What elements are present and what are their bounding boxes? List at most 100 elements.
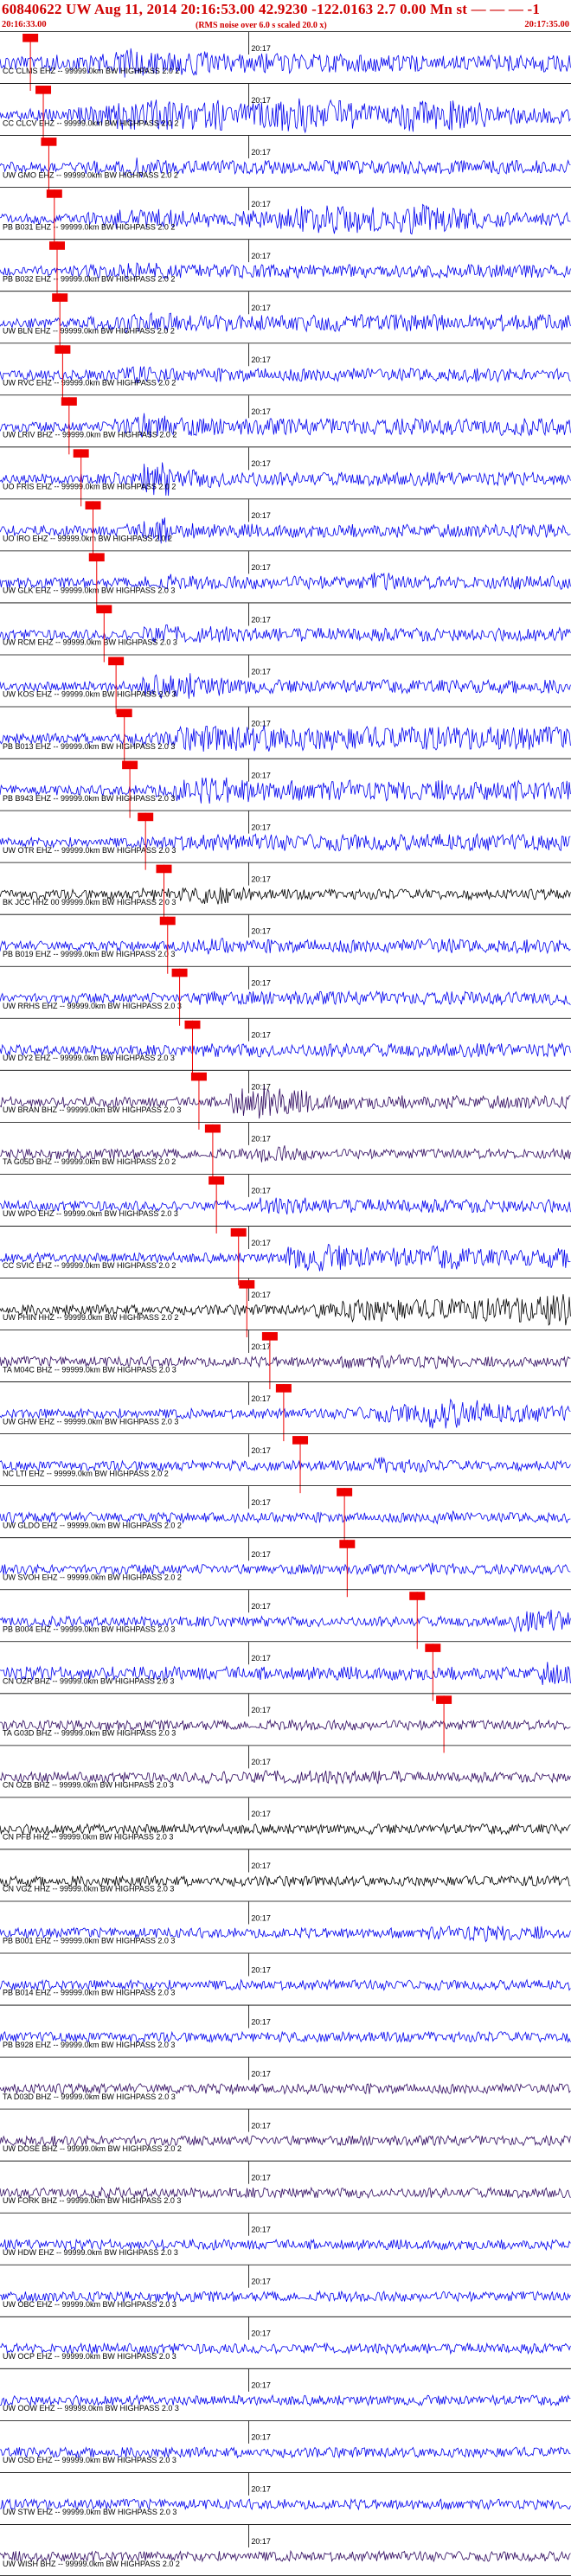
minute-label: 20:17 xyxy=(251,927,271,936)
trace-row: 20:17 UW FORK BHZ -- 99999.0km BW HIGHPAS… xyxy=(0,2160,571,2205)
station-label: UW BRAN BHZ -- 99999.0km BW HIGHPASS 2.0… xyxy=(3,1105,181,1114)
trace-row: 20:17 UW BLN EHZ -- 99999.0km BW HIGHPASS… xyxy=(0,291,571,351)
minute-label: 20:17 xyxy=(251,96,271,105)
minute-label: 20:17 xyxy=(251,1498,271,1507)
trace-row: 20:17 PB B031 EHZ -- 99999.0km BW HIGHPAS… xyxy=(0,187,571,247)
minute-label: 20:17 xyxy=(251,459,271,468)
minute-label: 20:17 xyxy=(251,1446,271,1455)
trace-row: 20:17 PB B014 EHZ -- 99999.0km BW HIGHPAS… xyxy=(0,1952,571,1997)
trace-row: 20:17 PB B019 EHZ -- 99999.0km BW HIGHPAS… xyxy=(0,913,571,974)
trace-row: 20:17 TA G03D BHZ -- 99999.0km BW HIGHPAS… xyxy=(0,1693,571,1753)
minute-label: 20:17 xyxy=(251,2226,271,2234)
minute-label: 20:17 xyxy=(251,2485,271,2494)
station-label: PB B032 EHZ -- 99999.0km BW HIGHPASS 2.0… xyxy=(3,274,175,283)
station-label: CC CLCV EHZ -- 99999.0km BW HIGHPASS 2.0… xyxy=(3,119,178,127)
station-label: UW OOW EHZ -- 99999.0km BW HIGHPASS 2.0 … xyxy=(3,2404,179,2413)
station-label: PB B928 EHZ -- 99999.0km BW HIGHPASS 2.0… xyxy=(3,2041,175,2049)
minute-label: 20:17 xyxy=(251,200,271,208)
event-title: 60840622 UW Aug 11, 2014 20:16:53.00 42.… xyxy=(2,1,541,17)
trace-row: 20:17 UW OOW EHZ -- 99999.0km BW HIGHPASS… xyxy=(0,2368,571,2413)
minute-label: 20:17 xyxy=(251,2069,271,2078)
station-label: UW HDW EHZ -- 99999.0km BW HIGHPASS 2.0 … xyxy=(3,2248,178,2257)
station-label: BK JCC HHZ 00 99999.0km BW HIGHPASS 2.0 … xyxy=(3,898,176,907)
trace-row: 20:17 PB B013 EHZ -- 99999.0km BW HIGHPAS… xyxy=(0,706,571,766)
minute-label: 20:17 xyxy=(251,44,271,53)
trace-row: 20:17 BK JCC HHZ 00 99999.0km BW HIGHPASS… xyxy=(0,862,571,922)
trace-row: 20:17 UW HDW EHZ -- 99999.0km BW HIGHPASS… xyxy=(0,2212,571,2257)
station-label: UO FRIS EHZ -- 99999.0km BW HIGHPASS 2.0… xyxy=(3,483,176,491)
minute-label: 20:17 xyxy=(251,2173,271,2182)
station-label: UW DOSE BHZ -- 99999.0km BW HIGHPASS 2.0… xyxy=(3,2144,182,2153)
minute-label: 20:17 xyxy=(251,356,271,364)
minute-label: 20:17 xyxy=(251,1706,271,1714)
trace-row: 20:17 PB B032 EHZ -- 99999.0km BW HIGHPAS… xyxy=(0,239,571,299)
minute-label: 20:17 xyxy=(251,1342,271,1351)
station-label: PB B031 EHZ -- 99999.0km BW HIGHPASS 2.0… xyxy=(3,222,175,231)
trace-row: 20:17 UW OSD EHZ -- 99999.0km BW HIGHPASS… xyxy=(0,2419,571,2464)
rms-note: (RMS noise over 6.0 s scaled 20.0 x) xyxy=(196,21,327,30)
trace-row: 20:17 PB B004 EHZ -- 99999.0km BW HIGHPAS… xyxy=(0,1589,571,1650)
minute-label: 20:17 xyxy=(251,1135,271,1144)
station-label: CC CLMS EHZ -- 99999.0km BW HIGHPASS 2.0… xyxy=(3,67,179,75)
trace-row: 20:17 CN OZB BHZ -- 99999.0km BW HIGHPASS… xyxy=(0,1745,571,1790)
station-label: PB B014 EHZ -- 99999.0km BW HIGHPASS 2.0… xyxy=(3,1989,175,1997)
trace-row: 20:17 TA M04C BHZ -- 99999.0km BW HIGHPAS… xyxy=(0,1330,571,1390)
header: 60840622 UW Aug 11, 2014 20:16:53.00 42.… xyxy=(0,0,571,35)
station-label: UO IRO EHZ -- 99999.0km BW HIGHPASS 2.0 … xyxy=(3,535,172,543)
trace-row: 20:17 TA D03D BHZ -- 99999.0km BW HIGHPAS… xyxy=(0,2056,571,2101)
trace-row: 20:17 PB B001 EHZ -- 99999.0km BW HIGHPAS… xyxy=(0,1900,571,1945)
station-label: PB B004 EHZ -- 99999.0km BW HIGHPASS 2.0… xyxy=(3,1624,175,1633)
station-label: UW GLK EHZ -- 99999.0km BW HIGHPASS 2.0 … xyxy=(3,586,175,595)
trace-row: 20:17 UW OCP EHZ -- 99999.0km BW HIGHPASS… xyxy=(0,2316,571,2361)
minute-label: 20:17 xyxy=(251,304,271,312)
minute-label: 20:17 xyxy=(251,719,271,727)
trace-row: 20:17 CN VGZ HHZ -- 99999.0km BW HIGHPASS… xyxy=(0,1849,571,1894)
seismogram-plot: 20:17 CC CLMS EHZ -- 99999.0km BW HIGHPAS… xyxy=(0,31,571,2576)
minute-label: 20:17 xyxy=(251,1550,271,1559)
trace-row: 20:17 UW OBC EHZ -- 99999.0km BW HIGHPASS… xyxy=(0,2264,571,2309)
minute-label: 20:17 xyxy=(251,1965,271,1974)
trace-row: 20:17 PB B928 EHZ -- 99999.0km BW HIGHPAS… xyxy=(0,2004,571,2049)
trace-row: 20:17 NC LTI EHZ -- 99999.0km BW HIGHPASS… xyxy=(0,1433,571,1494)
station-label: UW OBC EHZ -- 99999.0km BW HIGHPASS 2.0 … xyxy=(3,2300,176,2309)
trace-row: 20:17 UW GLK EHZ -- 99999.0km BW HIGHPASS… xyxy=(0,550,571,611)
station-label: UW WISH BHZ -- 99999.0km BW HIGHPASS 2.0… xyxy=(3,2560,180,2568)
station-label: CN OZB BHZ -- 99999.0km BW HIGHPASS 2.0 … xyxy=(3,1781,174,1790)
station-label: PB B019 EHZ -- 99999.0km BW HIGHPASS 2.0… xyxy=(3,950,175,958)
station-label: UW RCM EHZ -- 99999.0km BW HIGHPASS 2.0 … xyxy=(3,638,177,647)
trace-row: 20:17 UW RRHS EHZ -- 99999.0km BW HIGHPAS… xyxy=(0,965,571,1026)
station-label: PB B943 EHZ -- 99999.0km BW HIGHPASS 2.0… xyxy=(3,794,175,803)
minute-label: 20:17 xyxy=(251,2121,271,2130)
minute-label: 20:17 xyxy=(251,1187,271,1195)
station-label: UW SVOH EHZ -- 99999.0km BW HIGHPASS 2.0… xyxy=(3,1573,182,1581)
station-label: UW RRHS EHZ -- 99999.0km BW HIGHPASS 2.0… xyxy=(3,1002,182,1010)
trace-row: 20:17 UW DY2 EHZ -- 99999.0km BW HIGHPASS… xyxy=(0,1017,571,1078)
trace-row: 20:17 UW PHIN HHZ -- 99999.0km BW HIGHPAS… xyxy=(0,1278,571,1338)
minute-label: 20:17 xyxy=(251,1031,271,1040)
trace-row: 20:17 UW RCM EHZ -- 99999.0km BW HIGHPASS… xyxy=(0,602,571,663)
station-label: TA G05D BHZ -- 99999.0km BW HIGHPASS 2.0… xyxy=(3,1157,176,1166)
minute-label: 20:17 xyxy=(251,2329,271,2338)
trace-row: 20:17 UW SVOH EHZ -- 99999.0km BW HIGHPAS… xyxy=(0,1537,571,1598)
station-label: CC SVIC EHZ -- 99999.0km BW HIGHPASS 2.0… xyxy=(3,1261,176,1270)
minute-label: 20:17 xyxy=(251,2537,271,2546)
trace-row: 20:17 CC CLMS EHZ -- 99999.0km BW HIGHPAS… xyxy=(0,31,571,92)
trace-row: 20:17 UW STW EHZ -- 99999.0km BW HIGHPASS… xyxy=(0,2472,571,2516)
minute-label: 20:17 xyxy=(251,1239,271,1247)
station-label: TA D03D BHZ -- 99999.0km BW HIGHPASS 2.0… xyxy=(3,2092,176,2101)
station-label: UW GMO EHZ -- 99999.0km BW HIGHPASS 2.0 … xyxy=(3,170,178,179)
minute-label: 20:17 xyxy=(251,2278,271,2286)
trace-row: 20:17 UO FRIS EHZ -- 99999.0km BW HIGHPAS… xyxy=(0,446,571,507)
station-label: UW GHW EHZ -- 99999.0km BW HIGHPASS 2.0 … xyxy=(3,1417,178,1426)
minute-label: 20:17 xyxy=(251,407,271,416)
trace-row: 20:17UW BRAN BHZ -- 99999.0km BW HIGHPAS… xyxy=(0,1069,571,1130)
minute-label: 20:17 xyxy=(251,823,271,831)
station-label: NC LTI EHZ -- 99999.0km BW HIGHPASS 2.0 … xyxy=(3,1469,169,1477)
minute-label: 20:17 xyxy=(251,2433,271,2442)
station-label: UW FORK BHZ -- 99999.0km BW HIGHPASS 2.0… xyxy=(3,2196,181,2205)
minute-label: 20:17 xyxy=(251,148,271,157)
station-label: UW DY2 EHZ -- 99999.0km BW HIGHPASS 2.0 … xyxy=(3,1054,175,1062)
trace-row: 20:17 UW WISH BHZ -- 99999.0km BW HIGHPAS… xyxy=(0,2524,571,2568)
station-label: UW STW EHZ -- 99999.0km BW HIGHPASS 2.0 … xyxy=(3,2508,176,2516)
station-label: UW OSD EHZ -- 99999.0km BW HIGHPASS 2.0 … xyxy=(3,2456,176,2464)
